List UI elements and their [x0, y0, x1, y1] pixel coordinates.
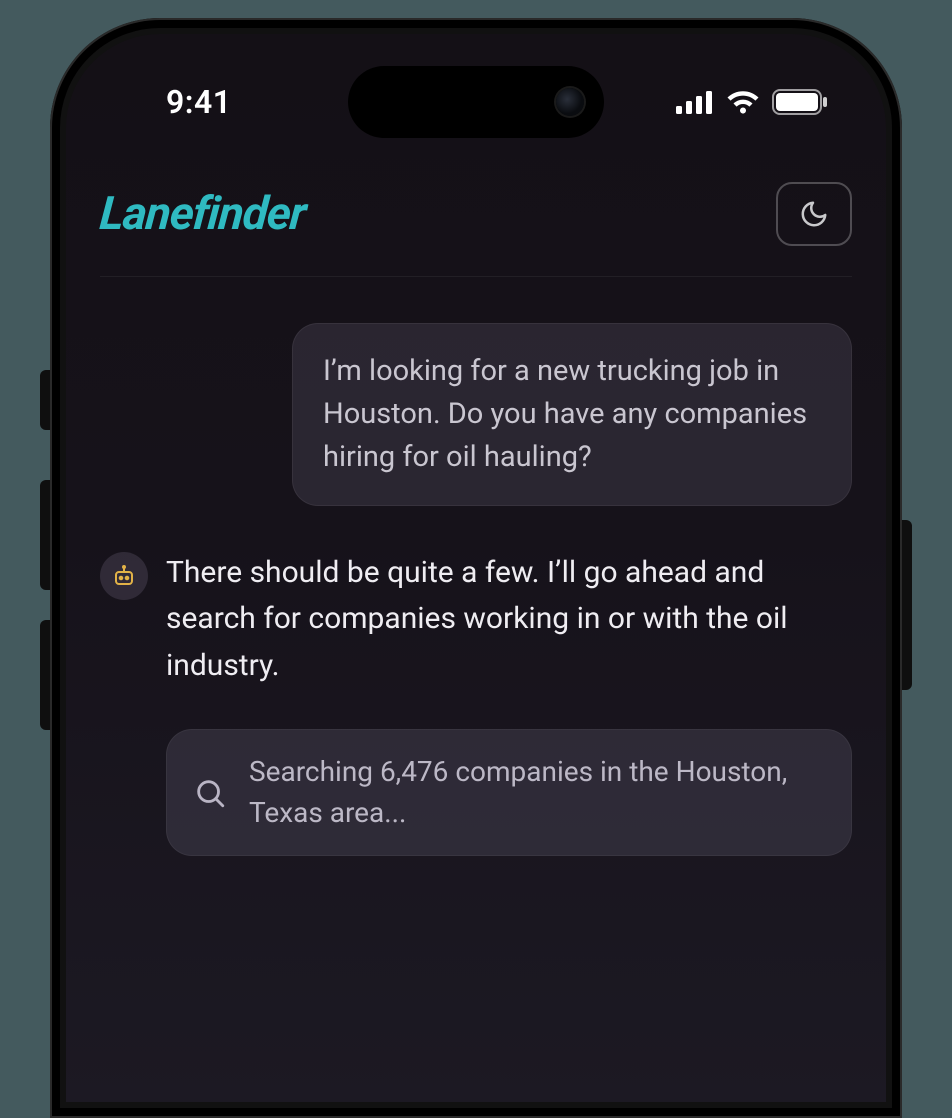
wifi-icon — [726, 90, 760, 114]
phone-screen: 9:41 — [60, 28, 892, 1108]
moon-icon — [799, 199, 829, 229]
status-icons — [676, 89, 828, 115]
search-status-text: Searching 6,476 companies in the Houston… — [249, 752, 825, 833]
search-icon — [193, 776, 227, 810]
status-bar: 9:41 — [66, 72, 886, 132]
theme-toggle-button[interactable] — [776, 182, 852, 246]
search-status-card: Searching 6,476 companies in the Houston… — [166, 729, 852, 856]
bot-icon — [112, 564, 136, 588]
phone-frame: 9:41 — [50, 18, 902, 1118]
assistant-message-text: There should be quite a few. I’ll go ahe… — [166, 550, 852, 690]
assistant-avatar — [100, 552, 148, 600]
app-header: Lanefinder — [100, 164, 852, 277]
app-root: Lanefinder I’m looking for a new truckin… — [66, 164, 886, 1102]
user-message-bubble: I’m looking for a new trucking job in Ho… — [292, 323, 852, 506]
brand-logo: Lanefinder — [98, 187, 308, 241]
user-message-text: I’m looking for a new trucking job in Ho… — [323, 354, 807, 474]
chat-area: I’m looking for a new trucking job in Ho… — [100, 277, 852, 856]
cellular-icon — [676, 90, 714, 114]
battery-icon — [772, 89, 828, 115]
status-time: 9:41 — [166, 83, 232, 121]
assistant-message-row: There should be quite a few. I’ll go ahe… — [100, 550, 852, 690]
